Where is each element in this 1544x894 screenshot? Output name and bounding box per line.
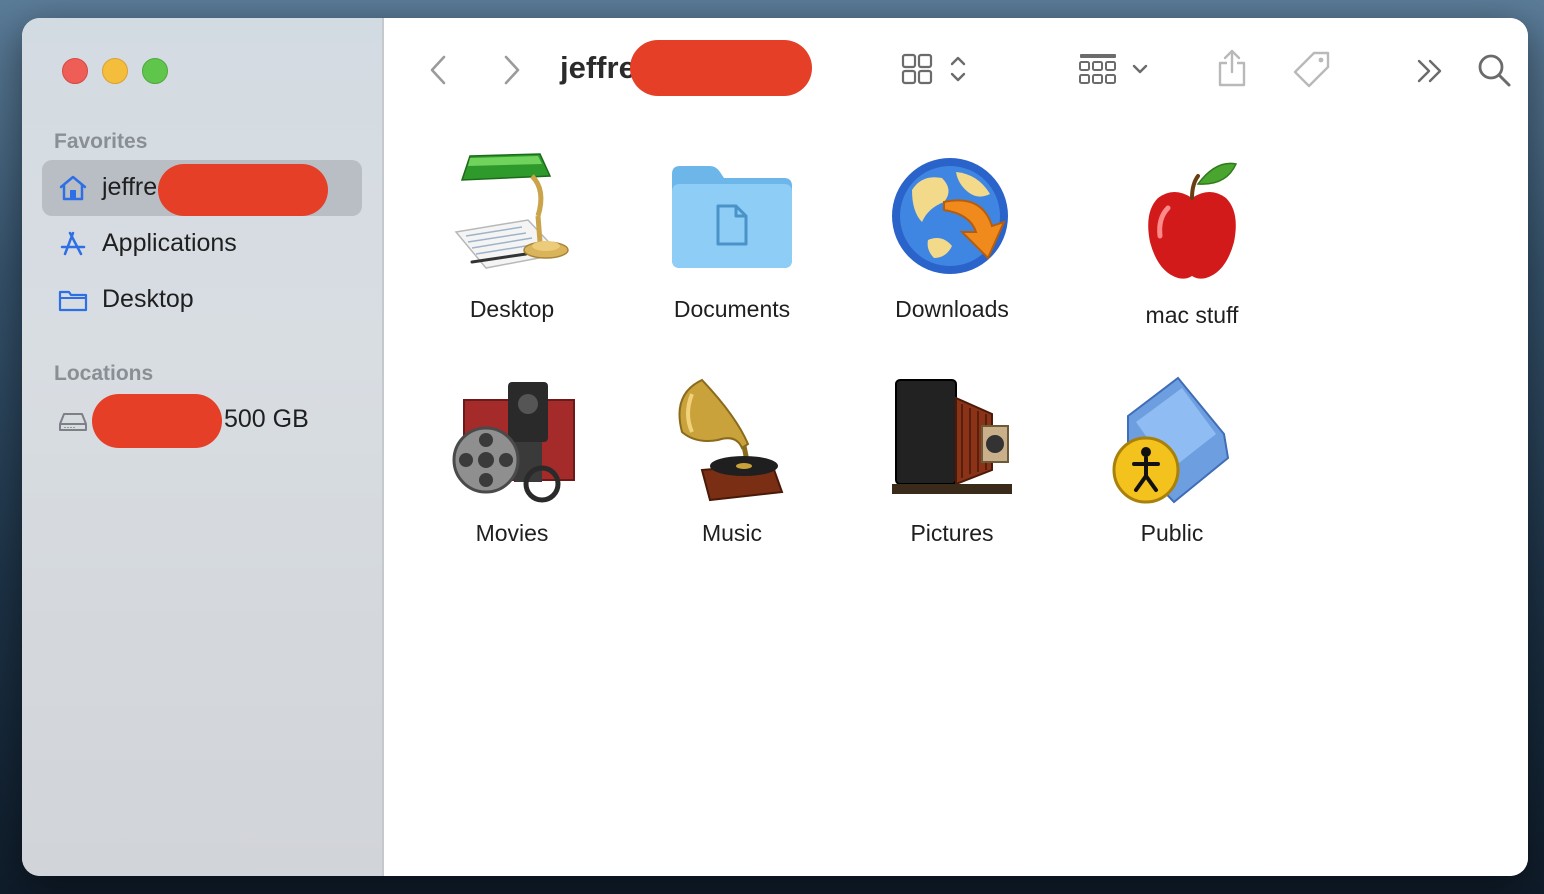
sidebar-item-label: Desktop — [102, 285, 194, 313]
file-label: Pictures — [910, 520, 994, 546]
more-chevrons-icon — [1417, 59, 1442, 83]
file-item-documents[interactable]: Documents — [632, 150, 832, 323]
close-button[interactable] — [62, 58, 88, 84]
share-button[interactable] — [1216, 48, 1248, 88]
grid-view-icon — [901, 53, 966, 85]
group-icon — [1079, 54, 1148, 84]
redaction-mark — [92, 394, 222, 448]
applications-icon — [58, 230, 88, 258]
apple-icon — [1122, 156, 1262, 296]
window-title: jeffre — [560, 50, 636, 85]
file-item-mac-stuff[interactable]: mac stuff — [1092, 156, 1292, 329]
documents-folder-icon — [662, 150, 802, 290]
redaction-mark — [158, 164, 328, 216]
maximize-button[interactable] — [142, 58, 168, 84]
file-item-downloads[interactable]: Downloads — [852, 150, 1052, 323]
sidebar-item-label: 500 GB — [224, 405, 309, 433]
movie-camera-icon — [442, 374, 582, 514]
search-icon — [1478, 54, 1511, 87]
file-label: Downloads — [895, 296, 1009, 322]
finder-window: Favorites jeffre Applications Desktop Lo… — [22, 18, 1528, 876]
downloads-globe-icon — [882, 150, 1022, 290]
sidebar-item-label: Applications — [102, 229, 237, 257]
file-item-movies[interactable]: Movies — [412, 374, 612, 547]
file-item-pictures[interactable]: Pictures — [852, 374, 1052, 547]
sidebar-item-drive[interactable]: 500 GB — [42, 392, 362, 448]
tag-icon — [1293, 51, 1330, 88]
public-folder-icon — [1102, 374, 1242, 514]
minimize-button[interactable] — [102, 58, 128, 84]
more-button[interactable] — [1416, 58, 1444, 84]
sidebar-item-label: jeffre — [102, 173, 158, 201]
redaction-mark — [630, 40, 812, 96]
favorites-header: Favorites — [54, 130, 148, 153]
file-label: Desktop — [469, 296, 555, 322]
view-toggle-button[interactable] — [900, 52, 976, 86]
desktop-lamp-icon — [442, 150, 582, 290]
main-content: jeffre Desktop Documents Downloads mac s… — [384, 18, 1528, 876]
gramophone-icon — [662, 374, 802, 514]
file-item-public[interactable]: Public — [1072, 374, 1272, 547]
drive-icon — [58, 406, 88, 434]
file-label: mac stuff — [1145, 302, 1239, 328]
back-button[interactable] — [428, 54, 448, 86]
search-button[interactable] — [1476, 52, 1512, 88]
file-item-music[interactable]: Music — [632, 374, 832, 547]
file-item-desktop[interactable]: Desktop — [412, 150, 612, 323]
chevron-right-icon — [504, 55, 520, 85]
file-label: Documents — [673, 296, 791, 322]
tag-button[interactable] — [1292, 50, 1332, 88]
sidebar-item-home[interactable]: jeffre — [42, 160, 362, 216]
share-icon — [1218, 49, 1246, 87]
sidebar: Favorites jeffre Applications Desktop Lo… — [22, 18, 384, 876]
house-icon — [58, 174, 88, 202]
folder-icon — [58, 286, 88, 314]
file-label: Music — [701, 520, 763, 546]
sidebar-item-applications[interactable]: Applications — [42, 216, 362, 272]
file-label: Movies — [475, 520, 549, 546]
sidebar-item-desktop[interactable]: Desktop — [42, 272, 362, 328]
forward-button[interactable] — [502, 54, 522, 86]
chevron-left-icon — [430, 55, 446, 85]
file-label: Public — [1140, 520, 1204, 546]
camera-icon — [882, 374, 1022, 514]
locations-header: Locations — [54, 362, 154, 385]
group-button[interactable] — [1078, 52, 1156, 88]
